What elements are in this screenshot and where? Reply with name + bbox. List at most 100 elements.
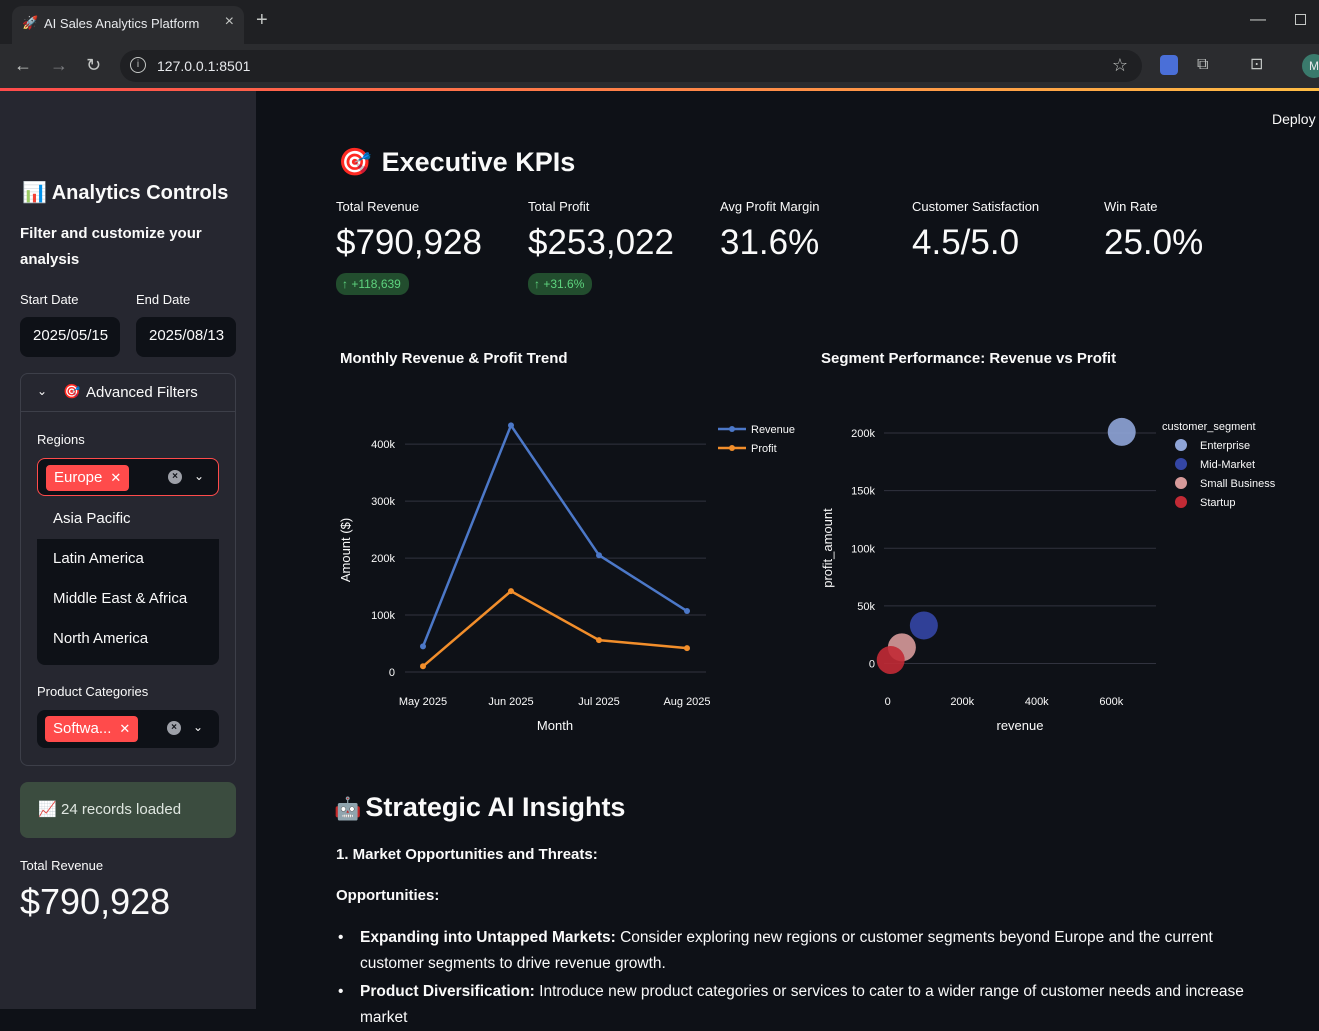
bar-chart-icon: 📊: [22, 182, 47, 204]
reload-icon[interactable]: ↻: [86, 56, 101, 74]
scatter-point-startup: [876, 646, 905, 675]
browser-tab[interactable]: 🚀 AI Sales Analytics Platform ×: [12, 6, 244, 44]
profile-avatar[interactable]: M: [1302, 54, 1319, 78]
y-axis-title: Amount ($): [338, 518, 353, 582]
maximize-icon[interactable]: [1295, 14, 1306, 25]
sidebar-title: 📊 Analytics Controls: [22, 182, 229, 204]
browser-toolbar: ← → ↻ i 127.0.0.1:8501 ☆ ⧉ ⊡ M: [0, 44, 1319, 88]
bookmark-star-icon[interactable]: ☆: [1112, 55, 1128, 76]
segment-scatter-chart: 0 50k 100k 150k 200k 0 200k 400k 600k revenue prof…: [820, 417, 1276, 733]
series-line-revenue: [421, 422, 688, 647]
bitwarden-icon[interactable]: [1160, 55, 1178, 75]
delta-badge: ↑ +31.6%: [528, 273, 593, 295]
legend-label: Mid-Market: [1200, 459, 1255, 471]
categories-multiselect[interactable]: Softwa... ✕ × ⌄: [37, 710, 219, 748]
series-line-profit: [422, 589, 688, 668]
y-tick-label: 100k: [371, 610, 395, 622]
list-item: • Expanding into Untapped Markets: Consid…: [338, 929, 1213, 972]
dropdown-option[interactable]: North America: [37, 619, 219, 659]
y-tick-label: 0: [869, 658, 875, 670]
close-tab-icon[interactable]: ×: [225, 13, 234, 31]
delta-badge: ↑ +118,639: [336, 273, 409, 295]
chevron-down-icon[interactable]: ⌄: [194, 469, 204, 483]
scatter-point-mid-market: [909, 611, 938, 640]
tab-title: AI Sales Analytics Platform: [44, 16, 200, 31]
legend-marker: [1175, 458, 1187, 470]
end-date-label: End Date: [136, 292, 191, 307]
scatter-chart-title: Segment Performance: Revenue vs Profit: [821, 350, 1117, 367]
deploy-button[interactable]: Deploy: [1272, 111, 1316, 127]
legend-marker: [1175, 477, 1187, 489]
x-tick-label: 0: [885, 696, 891, 708]
legend-label: Small Business: [1200, 478, 1276, 490]
revenue-profit-line-chart: 0 100k 200k 300k 400k May 2025 Jun 2025 Jul 202…: [338, 422, 795, 733]
expander-label: Advanced Filters: [86, 384, 198, 401]
x-axis-title: Month: [537, 718, 573, 733]
forward-icon[interactable]: →: [50, 56, 68, 74]
records-text: 24 records loaded: [61, 801, 182, 818]
address-bar[interactable]: i 127.0.0.1:8501 ☆: [120, 50, 1142, 82]
kpi-customer-satisfaction: Customer Satisfaction 4.5/5.0: [912, 199, 1040, 262]
dropdown-option[interactable]: Latin America: [37, 539, 219, 579]
category-chip: Softwa... ✕: [45, 716, 139, 742]
y-tick-label: 100k: [851, 543, 875, 555]
sidebar: 📊 Analytics Controls Filter and customiz…: [0, 91, 256, 1009]
regions-multiselect[interactable]: Europe ✕ × ⌄: [37, 458, 219, 496]
x-tick-label: Jul 2025: [578, 696, 620, 708]
expander-header[interactable]: ⌄ 🎯 Advanced Filters: [21, 374, 235, 412]
data-point: [420, 663, 426, 670]
tab-search-icon[interactable]: ⊡: [1250, 56, 1263, 74]
trend-chart-icon: 📈: [38, 801, 57, 818]
browser-tab-bar: 🚀 AI Sales Analytics Platform × + —: [0, 0, 1319, 44]
regions-label: Regions: [37, 432, 85, 447]
legend-marker: [729, 426, 735, 432]
start-date-input[interactable]: 2025/05/15: [20, 317, 120, 357]
target-icon: 🎯: [63, 383, 81, 399]
extensions-icon[interactable]: ⧉: [1197, 56, 1208, 74]
url-text: 127.0.0.1:8501: [157, 58, 251, 74]
remove-chip-icon[interactable]: ✕: [110, 470, 121, 485]
arrow-up-icon: ↑: [534, 277, 544, 291]
dropdown-option[interactable]: Middle East & Africa: [37, 579, 219, 619]
end-date-input[interactable]: 2025/08/13: [136, 317, 236, 357]
kpi-win-rate: Win Rate 25.0%: [1104, 199, 1204, 262]
kpi-total-revenue: Total Revenue $790,928 ↑ +118,639: [336, 199, 516, 295]
rocket-icon: 🚀: [22, 15, 39, 30]
dropdown-option[interactable]: Asia Pacific: [37, 499, 219, 539]
x-tick-label: Jun 2025: [488, 696, 533, 708]
kpi-avg-profit-margin: Avg Profit Margin 31.6%: [720, 199, 820, 262]
insight-heading: 1. Market Opportunities and Threats:: [336, 846, 598, 863]
x-tick-label: 400k: [1025, 696, 1049, 708]
insights-title: 🤖 Strategic AI Insights: [334, 792, 626, 822]
data-point: [508, 588, 514, 595]
list-item: • Product Diversification: Introduce new …: [338, 983, 1244, 1026]
remove-chip-icon[interactable]: ✕: [119, 721, 130, 736]
kpi-section-title: 🎯 Executive KPIs: [338, 147, 576, 177]
region-chip: Europe ✕: [46, 465, 130, 491]
site-info-icon[interactable]: i: [130, 57, 146, 73]
clear-icon[interactable]: ×: [167, 721, 181, 735]
y-tick-label: 150k: [851, 486, 875, 498]
x-tick-label: 200k: [950, 696, 974, 708]
legend-marker: [1175, 496, 1187, 508]
chevron-down-icon[interactable]: ⌄: [193, 720, 203, 734]
x-tick-label: May 2025: [399, 696, 447, 708]
legend-label: Startup: [1200, 497, 1235, 509]
categories-label: Product Categories: [37, 684, 149, 699]
new-tab-icon[interactable]: +: [256, 10, 268, 30]
regions-dropdown: Asia Pacific Latin America Middle East &…: [37, 499, 219, 665]
minimize-icon[interactable]: —: [1250, 12, 1266, 28]
y-tick-label: 300k: [371, 496, 395, 508]
insight-subheading: Opportunities:: [336, 887, 440, 904]
x-tick-label: Aug 2025: [663, 696, 710, 708]
legend-marker: [1175, 439, 1187, 451]
back-icon[interactable]: ←: [14, 56, 32, 74]
y-tick-label: 50k: [857, 601, 875, 613]
data-point: [684, 608, 690, 615]
legend-label: Revenue: [751, 424, 795, 436]
data-point: [684, 645, 690, 652]
target-icon: 🎯: [338, 147, 372, 177]
sidebar-subtitle: Filter and customize your analysis: [20, 225, 202, 268]
clear-icon[interactable]: ×: [168, 470, 182, 484]
data-point: [596, 552, 602, 559]
